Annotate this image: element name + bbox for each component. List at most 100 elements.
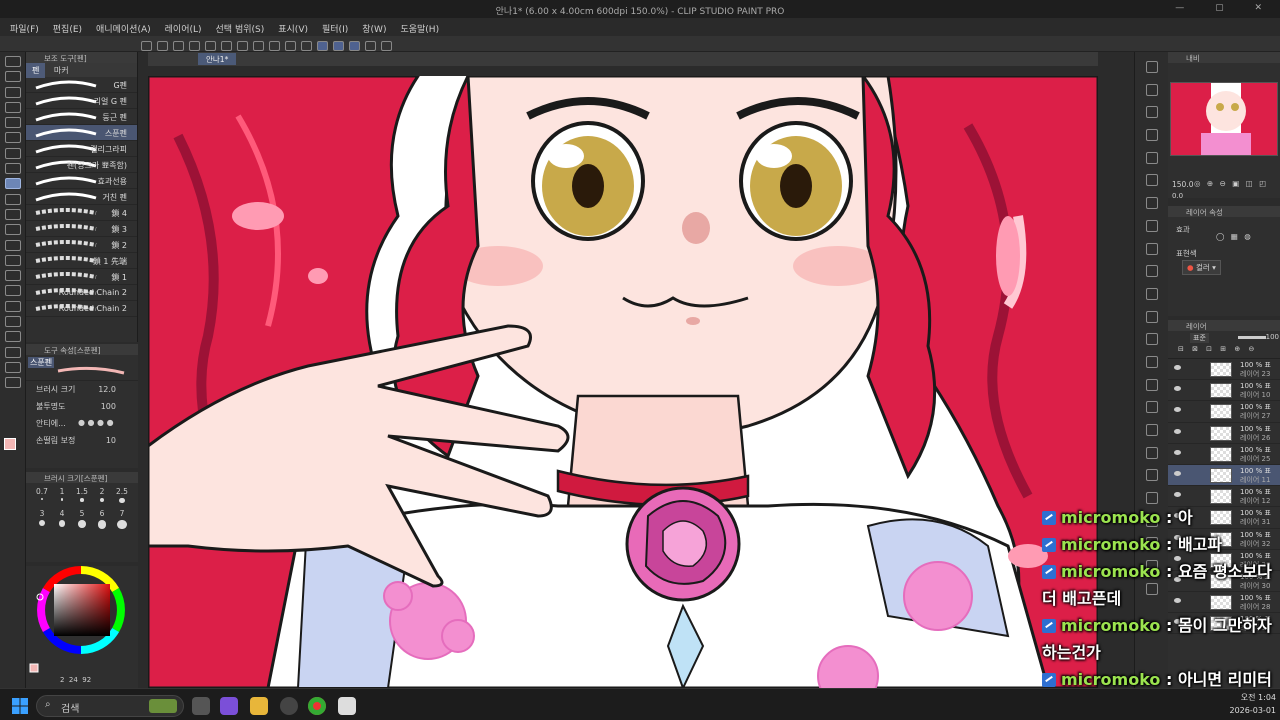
menu-animation[interactable]: 애니메이션(A)	[86, 18, 155, 35]
clip-studio-icon[interactable]	[338, 697, 356, 715]
brush-item[interactable]: 펜(잉크가 뾰족함)	[26, 157, 137, 173]
text-tool-icon[interactable]	[5, 331, 21, 343]
brush-size-option[interactable]: 1.5	[72, 487, 92, 503]
chrome-icon[interactable]	[308, 697, 326, 715]
brush-size-option[interactable]: 3	[32, 509, 52, 529]
lasso-icon[interactable]	[5, 163, 21, 175]
brush-item[interactable]: 鎖 1 先端	[26, 253, 137, 269]
antialias-row[interactable]: 안티에... ● ● ● ●	[26, 415, 138, 432]
taskbar-clock[interactable]: 오전 1:04 2026-03-01	[1216, 692, 1277, 718]
layer-row[interactable]: 100 % 표 레이어 26	[1168, 423, 1280, 444]
layer-toolbar[interactable]: ⊟ ⊠ ⊡ ⊞ ⊕ ⊖	[1168, 345, 1280, 359]
brush-item[interactable]: Rounded Chain 2	[26, 301, 137, 317]
opacity-row[interactable]: 불투명도 100	[26, 398, 138, 415]
airbrush-icon[interactable]	[5, 224, 21, 236]
balloon-icon[interactable]	[5, 346, 21, 358]
deselect-icon[interactable]	[285, 41, 296, 51]
task-view-icon[interactable]	[192, 697, 210, 715]
taskbar-search-box[interactable]: ⌕ 검색	[36, 695, 184, 717]
drawing-canvas[interactable]	[148, 76, 1098, 688]
figure-icon[interactable]	[5, 285, 21, 297]
stabilize-row[interactable]: 손떨림 보정 10	[26, 432, 138, 449]
windows-start-icon[interactable]	[12, 698, 28, 714]
undo-icon[interactable]	[205, 41, 216, 51]
eye-icon[interactable]	[1174, 470, 1181, 476]
brush-item[interactable]: 스푼펜	[26, 125, 137, 141]
color-wheel[interactable]	[26, 566, 138, 688]
auto-select-icon[interactable]	[5, 132, 21, 144]
approx-color-icon[interactable]	[1146, 401, 1158, 414]
ruler-snap-icon[interactable]	[317, 41, 328, 51]
eye-icon[interactable]	[1174, 386, 1181, 392]
copilot-icon[interactable]	[220, 697, 238, 715]
brush-size-option[interactable]: 5	[72, 509, 92, 529]
brush-item[interactable]: 鎖 4	[26, 205, 137, 221]
main-color-swatch[interactable]	[4, 438, 16, 450]
eye-icon[interactable]	[1174, 365, 1181, 370]
material-icon[interactable]	[1146, 106, 1158, 119]
brush-size-option[interactable]: 4	[52, 509, 72, 529]
palette-icon[interactable]	[1146, 197, 1158, 210]
eye-icon[interactable]	[1174, 492, 1181, 498]
menu-view[interactable]: 표시(V)	[268, 18, 312, 35]
close-icon[interactable]	[1146, 83, 1158, 96]
settings-icon[interactable]	[1146, 469, 1158, 482]
stabilize-value[interactable]: 10	[106, 436, 116, 445]
brush-item[interactable]: 거친 펜	[26, 189, 137, 205]
frame-icon[interactable]	[5, 300, 21, 312]
item-bank-icon[interactable]	[1146, 287, 1158, 300]
brush-tool-icon[interactable]	[5, 208, 21, 220]
grid-snap-icon[interactable]	[349, 41, 360, 51]
brush-size-value[interactable]: 12.0	[98, 385, 116, 394]
brush-size-option[interactable]: 2	[92, 487, 112, 503]
color-set-icon[interactable]	[1146, 378, 1158, 391]
gradient-icon[interactable]	[5, 270, 21, 282]
effect-buttons[interactable]: ◯ ▦ ◍	[1216, 232, 1253, 241]
brush-item[interactable]: 리얼 G 펜	[26, 93, 137, 109]
navigator-controls[interactable]: ◎ ⊕ ⊖ ▣ ◫ ◰	[1194, 179, 1268, 188]
brush-item[interactable]: 둥근 펜	[26, 109, 137, 125]
save-icon[interactable]	[189, 41, 200, 51]
rotate-icon[interactable]	[381, 41, 392, 51]
layer-opacity-slider[interactable]	[1238, 336, 1266, 339]
document-tab[interactable]: 안나1*	[198, 53, 237, 65]
mixing-icon[interactable]	[1146, 446, 1158, 459]
menu-edit[interactable]: 편집(E)	[43, 18, 86, 35]
eraser-icon[interactable]	[5, 239, 21, 251]
brush-item[interactable]: 효과선용	[26, 173, 137, 189]
layer-row[interactable]: 100 % 표 레이어 11	[1168, 464, 1280, 487]
move-tool-icon[interactable]	[5, 71, 21, 83]
line-correction-icon[interactable]	[5, 361, 21, 373]
blend-tool-icon[interactable]	[5, 377, 21, 389]
pen-tool-icon[interactable]	[5, 178, 21, 190]
brush-size-row[interactable]: 브러시 크기 12.0	[26, 381, 138, 398]
open-icon[interactable]	[173, 41, 184, 51]
file-explorer-icon[interactable]	[250, 697, 268, 715]
layer-row[interactable]: 100 % 표 레이어 10	[1168, 380, 1280, 402]
menu-filter[interactable]: 필터(I)	[312, 18, 352, 35]
history-icon[interactable]	[1146, 151, 1158, 164]
settings-icon[interactable]	[365, 41, 376, 51]
animation-icon[interactable]	[1146, 242, 1158, 255]
swatch-icon[interactable]	[1146, 355, 1158, 368]
layer-icon[interactable]	[1146, 129, 1158, 142]
brush-item[interactable]: 鎖 2	[26, 237, 137, 253]
selection-tool-icon[interactable]	[5, 117, 21, 129]
info-icon[interactable]	[1146, 310, 1158, 323]
zoom-tool-icon[interactable]	[5, 56, 21, 67]
transform-icon[interactable]	[269, 41, 280, 51]
tab-pen[interactable]: 펜	[26, 63, 46, 78]
fill-icon[interactable]	[253, 41, 264, 51]
brush-item[interactable]: 鎖 1	[26, 269, 137, 285]
opacity-value[interactable]: 100	[101, 402, 116, 411]
window-controls[interactable]: — ▢ ✕	[1175, 3, 1276, 13]
layer-row[interactable]: 100 % 표 레이어 23	[1168, 359, 1280, 381]
search-icon[interactable]	[1146, 61, 1158, 73]
blend-mode-dropdown[interactable]: 표준	[1190, 333, 1209, 343]
navigator-tab[interactable]: 내비	[1168, 52, 1280, 63]
layer-row[interactable]: 100 % 표 레이어 25	[1168, 444, 1280, 465]
eyedropper-icon[interactable]	[5, 147, 21, 159]
layer-search-icon[interactable]	[1146, 219, 1158, 232]
new-file-icon[interactable]	[157, 41, 168, 51]
menu-window[interactable]: 창(W)	[352, 18, 390, 35]
